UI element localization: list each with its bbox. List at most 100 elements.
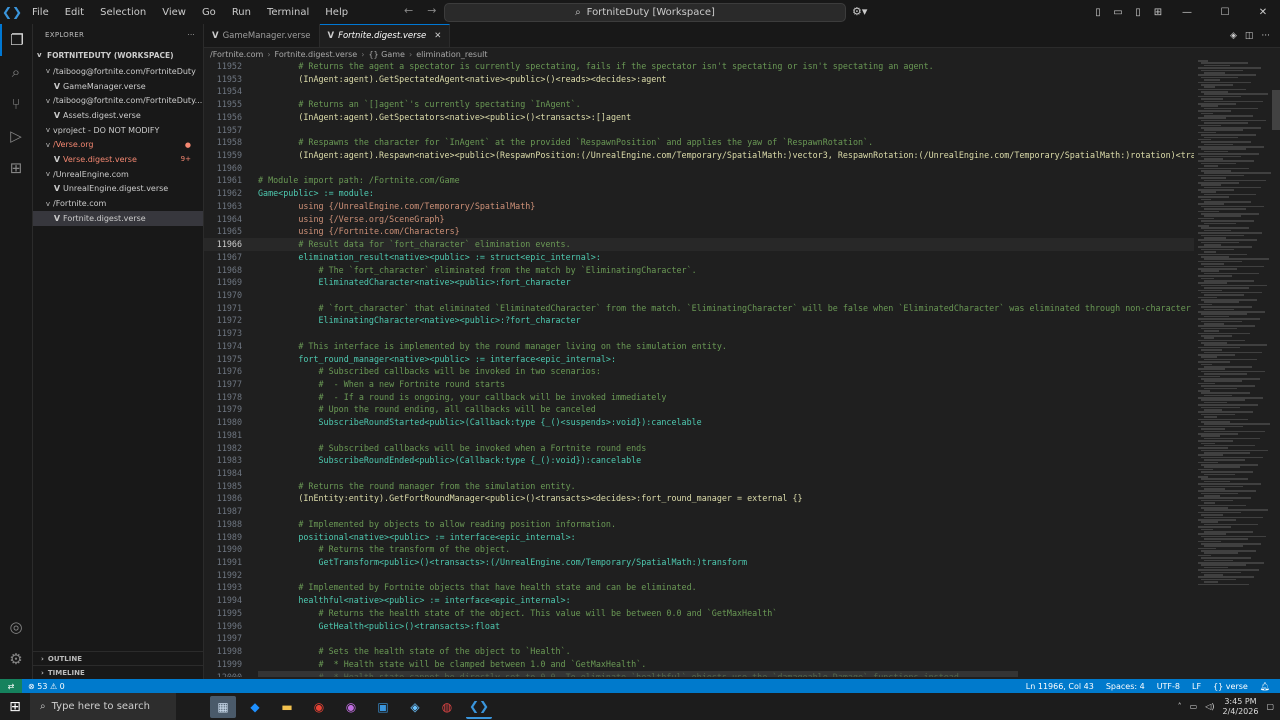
settings-gear-icon[interactable]: ⚙ bbox=[0, 643, 32, 675]
menu-edit[interactable]: Edit bbox=[57, 7, 92, 18]
code-line[interactable]: 11973 bbox=[204, 327, 1194, 340]
code-line[interactable]: 11969 EliminatedCharacter<native><public… bbox=[204, 276, 1194, 289]
code-line[interactable]: 11975 fort_round_manager<native><public>… bbox=[204, 353, 1194, 366]
vertical-scrollbar[interactable] bbox=[1272, 60, 1280, 670]
more-actions-icon[interactable]: ··· bbox=[187, 31, 195, 39]
windows-start-icon[interactable]: ⊞ bbox=[0, 693, 30, 720]
maximize-button[interactable]: ☐ bbox=[1208, 7, 1242, 18]
customize-layout-icon[interactable]: ⊞ bbox=[1150, 7, 1166, 18]
code-line[interactable]: 11986 (InEntity:entity).GetFortRoundMana… bbox=[204, 492, 1194, 505]
code-line[interactable]: 11988 # Implemented by objects to allow … bbox=[204, 518, 1194, 531]
code-line[interactable]: 11966 # Result data for `fort_character`… bbox=[204, 238, 1194, 251]
minimize-button[interactable]: — bbox=[1170, 7, 1204, 18]
app-red-icon[interactable]: ◍ bbox=[434, 696, 460, 718]
code-line[interactable]: 11963 using {/UnrealEngine.com/Temporary… bbox=[204, 200, 1194, 213]
editor-tab[interactable]: V Fortnite.digest.verse ✕ bbox=[319, 24, 451, 47]
copilot-icon[interactable]: ⚙▾ bbox=[852, 5, 867, 18]
code-line[interactable]: 11953 (InAgent:agent).GetSpectatedAgent<… bbox=[204, 73, 1194, 86]
code-line[interactable]: 11959 (InAgent:agent).Respawn<native><pu… bbox=[204, 149, 1194, 162]
forward-arrow-icon[interactable]: → bbox=[427, 4, 436, 17]
tree-item[interactable]: v/Fortnite.com bbox=[33, 196, 203, 211]
code-line[interactable]: 11977 # - When a new Fortnite round star… bbox=[204, 378, 1194, 391]
workspace-root[interactable]: v FORTNITEDUTY (WORKSPACE) bbox=[33, 46, 203, 64]
code-line[interactable]: 11978 # - If a round is ongoing, your ca… bbox=[204, 391, 1194, 404]
code-line[interactable]: 11998 # Sets the health state of the obj… bbox=[204, 645, 1194, 658]
more-actions-icon[interactable]: ··· bbox=[1261, 31, 1270, 41]
code-line[interactable]: 11955 # Returns an `[]agent`'s currently… bbox=[204, 98, 1194, 111]
code-line[interactable]: 11995 # Returns the health state of the … bbox=[204, 607, 1194, 620]
cursor-position[interactable]: Ln 11966, Col 43 bbox=[1026, 682, 1094, 691]
code-editor[interactable]: 11952 # Returns the agent a spectator is… bbox=[204, 60, 1194, 677]
code-line[interactable]: 11981 bbox=[204, 429, 1194, 442]
menu-file[interactable]: File bbox=[24, 7, 57, 18]
code-line[interactable]: 11991 GetTransform<public>()<transacts>:… bbox=[204, 556, 1194, 569]
code-line[interactable]: 11990 # Returns the transform of the obj… bbox=[204, 543, 1194, 556]
tree-item[interactable]: v/taiboog@fortnite.com/FortniteDuty... bbox=[33, 93, 203, 108]
close-window-button[interactable]: ✕ bbox=[1246, 7, 1280, 18]
code-line[interactable]: 11999 # * Health state will be clamped b… bbox=[204, 658, 1194, 671]
code-line[interactable]: 11956 (InAgent:agent).GetSpectators<nati… bbox=[204, 111, 1194, 124]
code-line[interactable]: 11993 # Implemented by Fortnite objects … bbox=[204, 581, 1194, 594]
epic-games-icon[interactable]: ◆ bbox=[242, 696, 268, 718]
code-line[interactable]: 11972 EliminatingCharacter<native><publi… bbox=[204, 314, 1194, 327]
tree-item[interactable]: V Verse.digest.verse 9+ bbox=[33, 152, 203, 167]
outline-section[interactable]: › OUTLINE bbox=[33, 651, 203, 665]
tree-item[interactable]: V Fortnite.digest.verse bbox=[33, 210, 203, 226]
store-icon[interactable]: ▣ bbox=[370, 696, 396, 718]
remote-indicator-icon[interactable]: ⇄ bbox=[0, 679, 22, 693]
code-line[interactable]: 11974 # This interface is implemented by… bbox=[204, 340, 1194, 353]
encoding[interactable]: UTF-8 bbox=[1157, 682, 1180, 691]
code-line[interactable]: 11958 # Respawns the character for `InAg… bbox=[204, 136, 1194, 149]
timeline-section[interactable]: › TIMELINE bbox=[33, 665, 203, 679]
back-arrow-icon[interactable]: ← bbox=[404, 4, 413, 17]
tree-item[interactable]: v/Verse.org ● bbox=[33, 137, 203, 152]
file-explorer-icon[interactable]: ▬ bbox=[274, 696, 300, 718]
code-line[interactable]: 11982 # Subscribed callbacks will be inv… bbox=[204, 442, 1194, 455]
tree-item[interactable]: V GameManager.verse bbox=[33, 79, 203, 94]
toggle-sidebar-icon[interactable]: ▯ bbox=[1090, 7, 1106, 18]
code-line[interactable]: 11987 bbox=[204, 505, 1194, 518]
source-control-icon[interactable]: ⑂ bbox=[0, 88, 32, 120]
breadcrumb-item[interactable]: {} Game bbox=[368, 50, 405, 59]
code-line[interactable]: 11957 bbox=[204, 124, 1194, 137]
task-view-icon[interactable]: ▦ bbox=[210, 695, 236, 718]
volume-icon[interactable]: ◁) bbox=[1205, 702, 1214, 711]
menu-terminal[interactable]: Terminal bbox=[259, 7, 317, 18]
split-editor-icon[interactable]: ◫ bbox=[1245, 31, 1254, 41]
tree-item[interactable]: v vproject - DO NOT MODIFY bbox=[33, 123, 203, 138]
minimap[interactable] bbox=[1198, 60, 1271, 670]
code-line[interactable]: 11968 # The `fort_character` eliminated … bbox=[204, 264, 1194, 277]
code-line[interactable]: 11960 bbox=[204, 162, 1194, 175]
network-icon[interactable]: ▭ bbox=[1190, 702, 1198, 711]
code-line[interactable]: 11965 using {/Fortnite.com/Characters} bbox=[204, 225, 1194, 238]
close-tab-icon[interactable]: ✕ bbox=[434, 31, 441, 41]
code-line[interactable]: 11970 bbox=[204, 289, 1194, 302]
chrome-icon[interactable]: ◉ bbox=[306, 696, 332, 718]
menu-help[interactable]: Help bbox=[317, 7, 356, 18]
toggle-secondary-sidebar-icon[interactable]: ▯ bbox=[1130, 7, 1146, 18]
code-line[interactable]: 11983 SubscribeRoundEnded<public>(Callba… bbox=[204, 454, 1194, 467]
menu-selection[interactable]: Selection bbox=[92, 7, 154, 18]
tree-item[interactable]: V UnrealEngine.digest.verse bbox=[33, 182, 203, 197]
code-line[interactable]: 11985 # Returns the round manager from t… bbox=[204, 480, 1194, 493]
tree-item[interactable]: V Assets.digest.verse bbox=[33, 108, 203, 123]
explorer-icon[interactable]: ❐ bbox=[0, 24, 32, 56]
menu-go[interactable]: Go bbox=[194, 7, 224, 18]
code-line[interactable]: 11994 healthful<native><public> := inter… bbox=[204, 594, 1194, 607]
code-line[interactable]: 11961 # Module import path: /Fortnite.com… bbox=[204, 174, 1194, 187]
chevron-up-icon[interactable]: ˄ bbox=[1178, 702, 1182, 711]
code-line[interactable]: 11980 SubscribeRoundStarted<public>(Call… bbox=[204, 416, 1194, 429]
indentation[interactable]: Spaces: 4 bbox=[1106, 682, 1145, 691]
code-line[interactable]: 11976 # Subscribed callbacks will be inv… bbox=[204, 365, 1194, 378]
code-line[interactable]: 11992 bbox=[204, 569, 1194, 582]
code-line[interactable]: 11996 GetHealth<public>()<transacts>:flo… bbox=[204, 620, 1194, 633]
copilot-chat-icon[interactable]: ◈ bbox=[1230, 31, 1237, 41]
editor-tab[interactable]: V GameManager.verse bbox=[204, 24, 320, 47]
extensions-icon[interactable]: ⊞ bbox=[0, 152, 32, 184]
vscode-taskbar-icon[interactable]: ❮❯ bbox=[466, 695, 492, 719]
language-mode[interactable]: {} verse bbox=[1213, 682, 1248, 691]
browser-icon[interactable]: ◉ bbox=[338, 696, 364, 718]
tree-item[interactable]: v/taiboog@fortnite.com/FortniteDuty bbox=[33, 64, 203, 79]
clock[interactable]: 3:45 PM 2/4/2026 bbox=[1223, 697, 1259, 717]
notifications-icon[interactable]: ▢ bbox=[1266, 702, 1274, 711]
